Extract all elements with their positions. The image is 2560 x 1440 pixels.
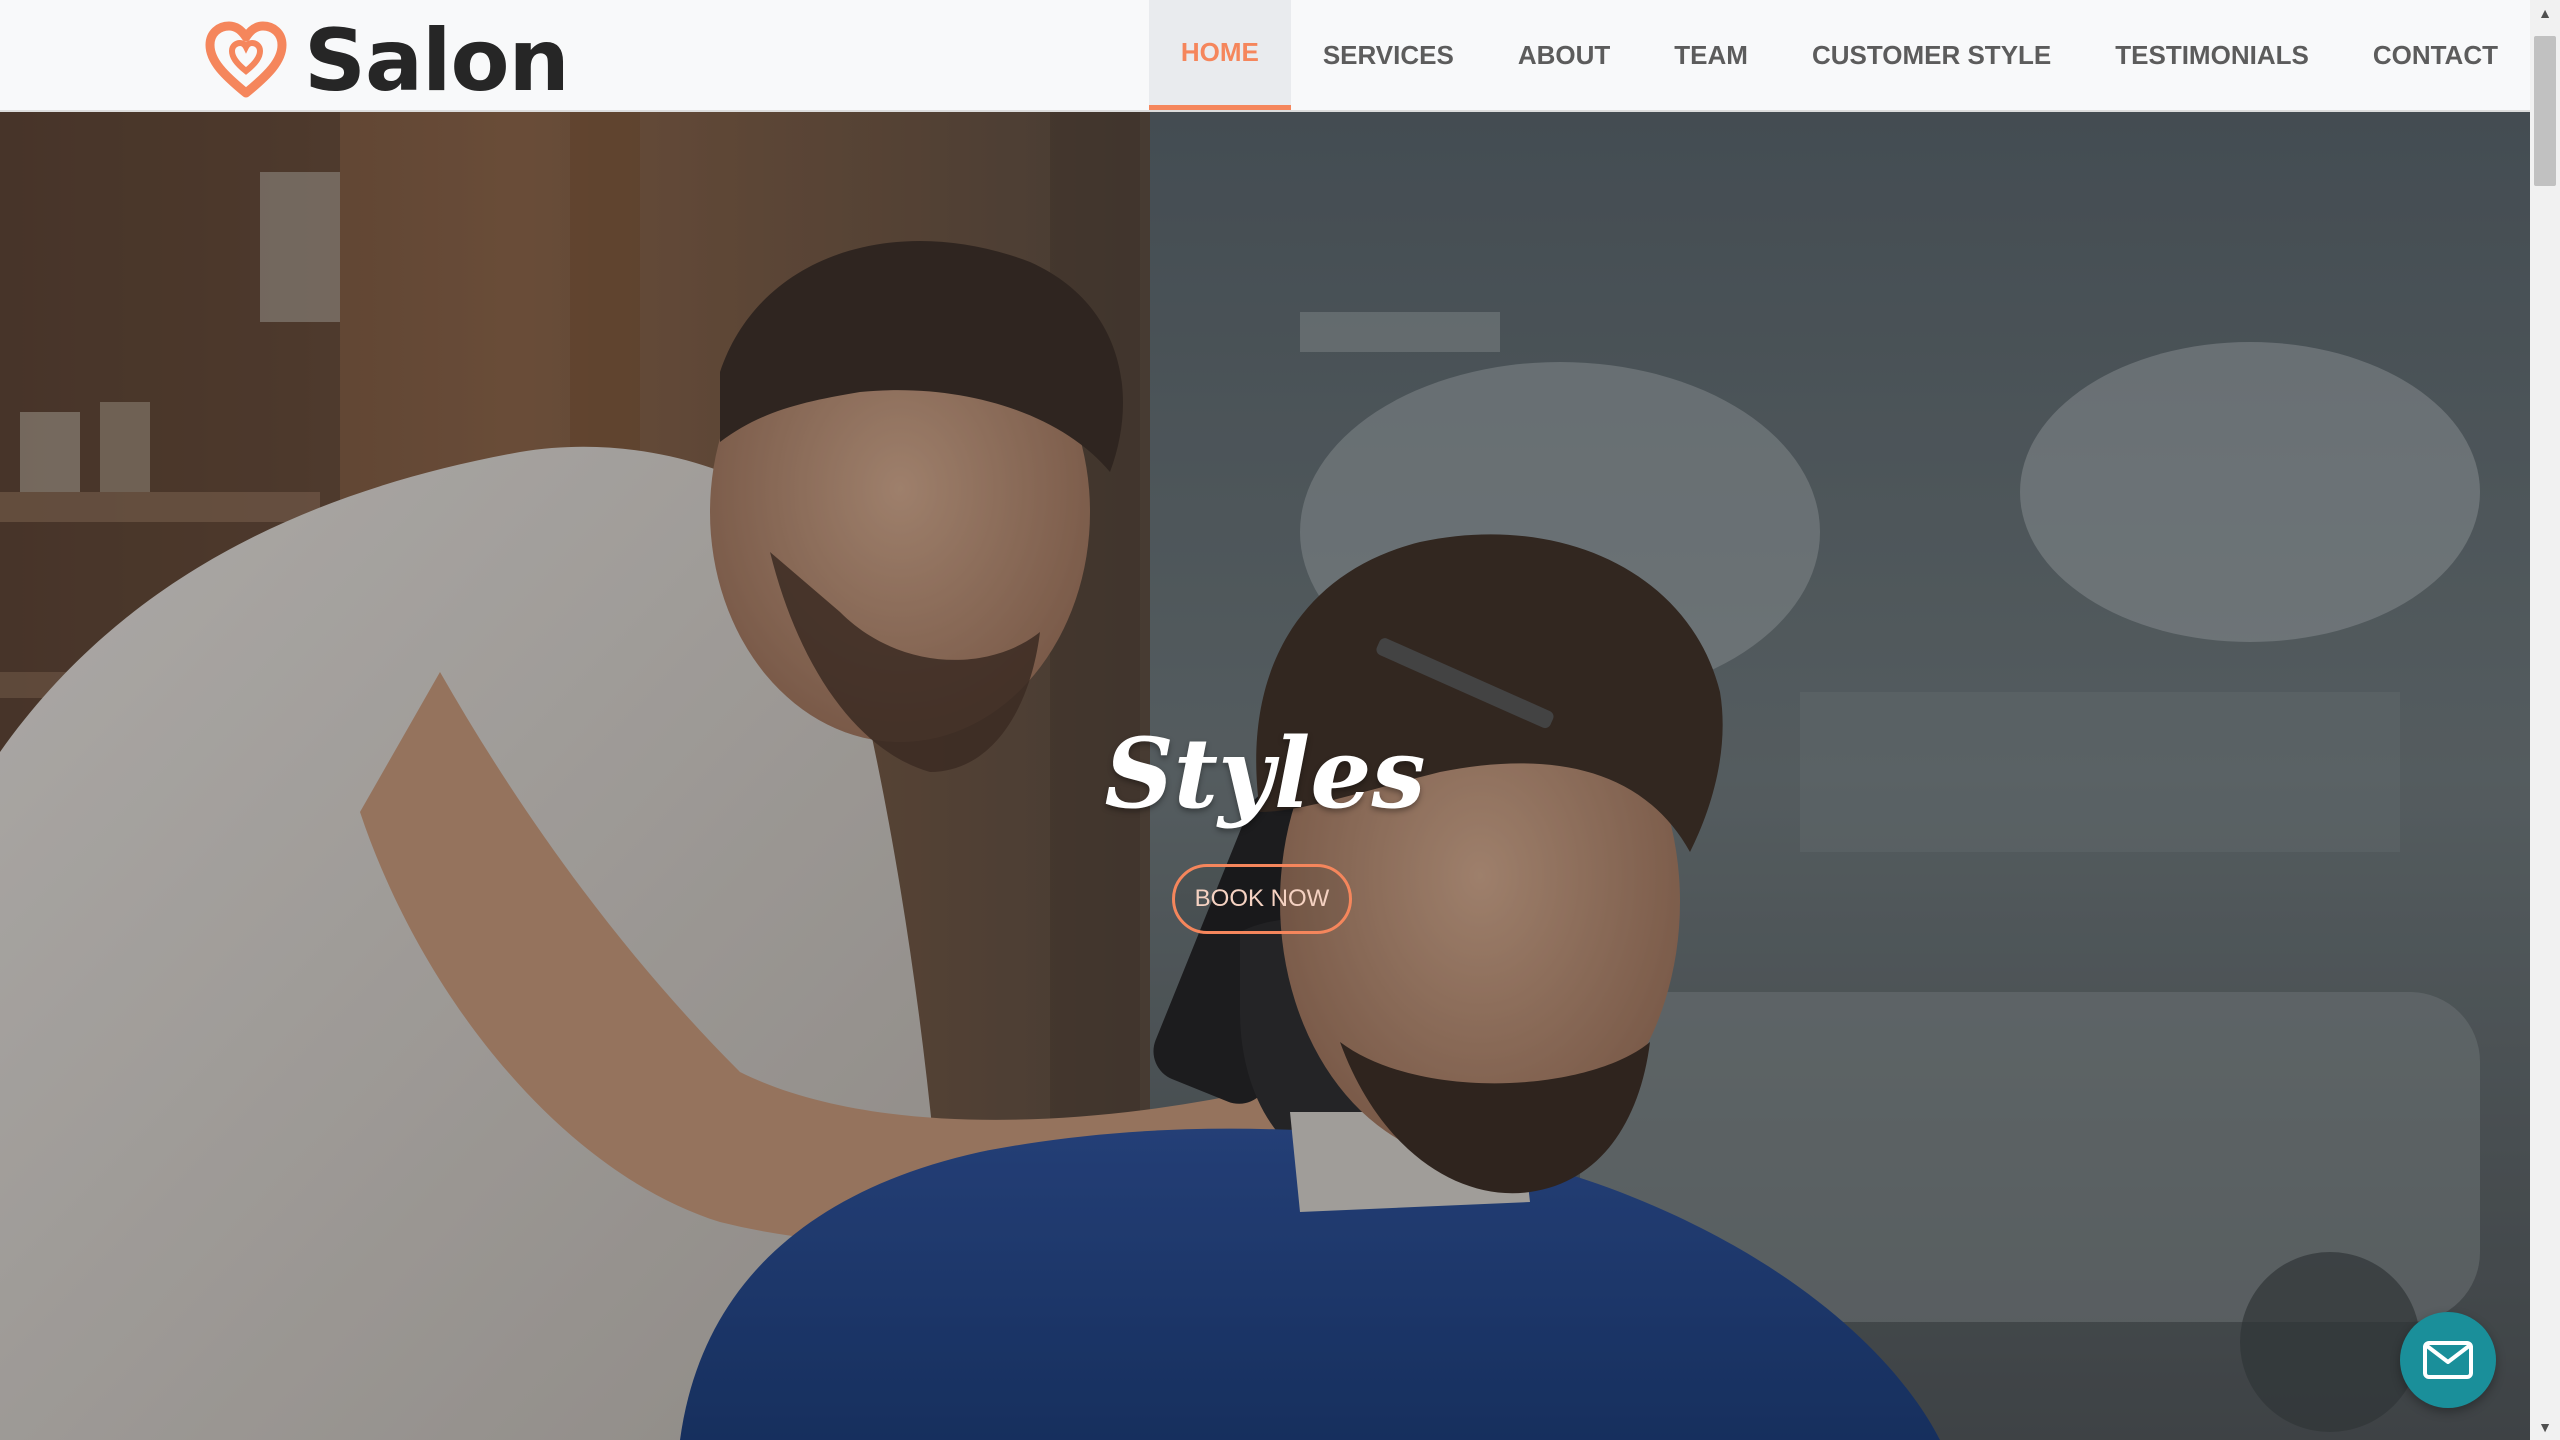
top-navbar: Salon HOME SERVICES ABOUT TEAM CUSTOMER … <box>0 0 2530 112</box>
nav-item-home[interactable]: HOME <box>1148 0 1291 110</box>
arrow-down-icon[interactable]: ▼ <box>2530 1414 2560 1440</box>
nav-item-services[interactable]: SERVICES <box>1291 0 1486 110</box>
book-now-button[interactable]: BOOK NOW <box>1172 864 1352 934</box>
main-nav: HOME SERVICES ABOUT TEAM CUSTOMER STYLE … <box>1148 0 2530 110</box>
nav-item-customer-style[interactable]: CUSTOMER STYLE <box>1780 0 2083 110</box>
brand-name: Salon <box>304 11 570 111</box>
nav-item-contact[interactable]: CONTACT <box>2341 0 2530 110</box>
scrollbar-thumb[interactable] <box>2534 36 2556 186</box>
hero-title: Styles <box>1104 717 1426 830</box>
arrow-up-icon[interactable]: ▲ <box>2530 0 2560 26</box>
hero-section: Styles BOOK NOW <box>0 112 2530 1440</box>
page-scrollbar[interactable]: ▲ ▼ <box>2530 0 2560 1440</box>
brand-link[interactable]: Salon <box>204 11 570 111</box>
heart-logo-icon <box>205 21 287 98</box>
envelope-icon <box>2423 1341 2473 1379</box>
nav-item-about[interactable]: ABOUT <box>1486 0 1642 110</box>
nav-item-testimonials[interactable]: TESTIMONIALS <box>2083 0 2341 110</box>
contact-mail-button[interactable] <box>2400 1312 2496 1408</box>
nav-item-team[interactable]: TEAM <box>1642 0 1780 110</box>
